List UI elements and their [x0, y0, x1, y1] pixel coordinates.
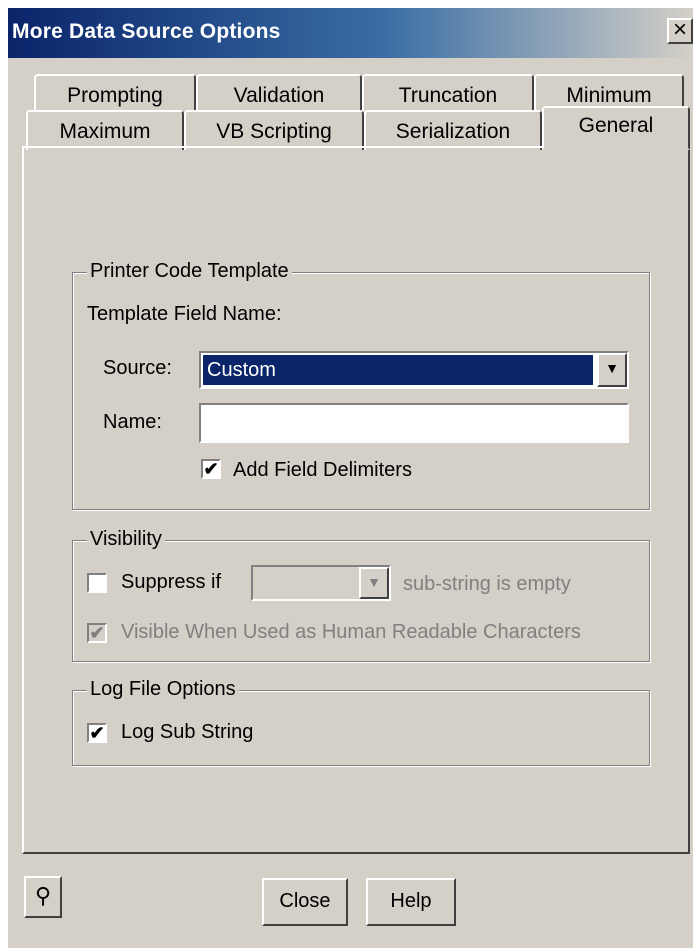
- tab-label: VB Scripting: [216, 120, 332, 143]
- tab-label: Prompting: [67, 84, 163, 107]
- general-tab-panel: Printer Code Template Template Field Nam…: [22, 146, 690, 854]
- tab-maximum[interactable]: Maximum: [26, 110, 184, 150]
- close-window-button[interactable]: ×: [667, 18, 693, 44]
- suppress-if-label: Suppress if: [121, 571, 222, 593]
- printer-code-template-group: Printer Code Template Template Field Nam…: [72, 260, 650, 510]
- help-button[interactable]: Help: [366, 878, 456, 926]
- name-label: Name:: [103, 411, 162, 433]
- suppress-if-dropdown[interactable]: ▼: [251, 565, 391, 601]
- add-field-delimiters-label: Add Field Delimiters: [233, 459, 412, 481]
- log-sub-string-label: Log Sub String: [121, 721, 254, 743]
- pin-icon: ⚲: [34, 883, 52, 908]
- tab-label: Truncation: [398, 84, 498, 107]
- tab-prompting[interactable]: Prompting: [34, 74, 196, 114]
- log-file-options-legend: Log File Options: [87, 678, 239, 701]
- tab-serialization[interactable]: Serialization: [364, 110, 542, 150]
- add-field-delimiters-checkbox[interactable]: ✔: [201, 459, 221, 479]
- title-bar[interactable]: More Data Source Options ×: [8, 8, 693, 58]
- tab-validation[interactable]: Validation: [196, 74, 362, 114]
- tab-label: Serialization: [395, 120, 511, 143]
- visible-human-readable-checkbox[interactable]: ✔: [87, 623, 107, 643]
- close-icon: ×: [672, 16, 687, 43]
- tab-vb-scripting[interactable]: VB Scripting: [184, 110, 364, 150]
- printer-code-template-legend: Printer Code Template: [87, 260, 292, 283]
- source-selected-value: Custom: [203, 355, 593, 385]
- name-input[interactable]: [199, 403, 629, 443]
- tab-label: Validation: [233, 84, 325, 107]
- source-dropdown[interactable]: Custom ▼: [199, 351, 629, 389]
- source-label: Source:: [103, 357, 172, 379]
- visibility-legend: Visibility: [87, 528, 165, 551]
- template-field-name-label: Template Field Name:: [87, 303, 282, 325]
- visibility-group: Visibility Suppress if ▼ sub-string is e…: [72, 528, 650, 662]
- log-file-options-group: Log File Options ✔ Log Sub String: [72, 678, 650, 766]
- tab-general[interactable]: General: [542, 106, 690, 150]
- tab-label: General: [578, 114, 654, 137]
- tab-label: Minimum: [566, 84, 652, 107]
- dropdown-arrow-icon[interactable]: ▼: [359, 567, 389, 599]
- substring-empty-label: sub-string is empty: [403, 573, 571, 595]
- more-data-source-options-dialog: More Data Source Options × Prompting Val…: [8, 8, 693, 948]
- visible-human-readable-label: Visible When Used as Human Readable Char…: [121, 621, 581, 643]
- tab-label: Maximum: [59, 120, 151, 143]
- suppress-if-checkbox[interactable]: [87, 573, 107, 593]
- close-button[interactable]: Close: [262, 878, 348, 926]
- tab-truncation[interactable]: Truncation: [362, 74, 534, 114]
- pin-button[interactable]: ⚲: [24, 876, 62, 918]
- log-sub-string-checkbox[interactable]: ✔: [87, 723, 107, 743]
- dropdown-arrow-icon[interactable]: ▼: [597, 353, 627, 387]
- window-title: More Data Source Options: [12, 20, 281, 43]
